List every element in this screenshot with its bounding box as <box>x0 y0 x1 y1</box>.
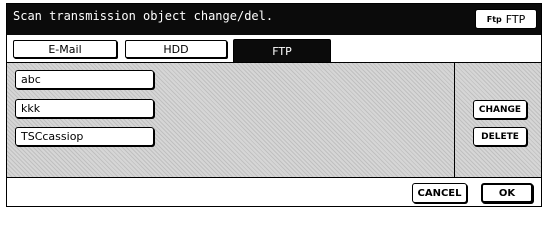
ftp-icon: Ftp <box>486 14 502 24</box>
panel-divider <box>454 63 455 177</box>
object-list-panel: abc kkk TSCcassiop CHANGE DELETE <box>7 63 541 178</box>
delete-button[interactable]: DELETE <box>473 127 527 146</box>
tab-strip: E-Mail HDD FTP <box>7 35 541 63</box>
tab-ftp[interactable]: FTP <box>233 39 331 63</box>
footer-bar: CANCEL OK <box>7 178 541 206</box>
tab-email[interactable]: E-Mail <box>13 40 117 58</box>
ok-button[interactable]: OK <box>481 183 533 203</box>
dialog-window: Scan transmission object change/del. Ftp… <box>6 3 542 207</box>
list-item[interactable]: TSCcassiop <box>15 127 154 146</box>
cancel-button[interactable]: CANCEL <box>412 183 467 203</box>
list-item[interactable]: abc <box>15 70 154 89</box>
mode-badge-label: FTP <box>505 12 526 26</box>
change-button[interactable]: CHANGE <box>473 100 527 119</box>
tab-hdd[interactable]: HDD <box>125 40 227 58</box>
list-item[interactable]: kkk <box>15 99 154 118</box>
page-title: Scan transmission object change/del. <box>13 9 274 23</box>
mode-badge: Ftp FTP <box>475 9 537 29</box>
title-bar: Scan transmission object change/del. Ftp… <box>7 4 541 35</box>
